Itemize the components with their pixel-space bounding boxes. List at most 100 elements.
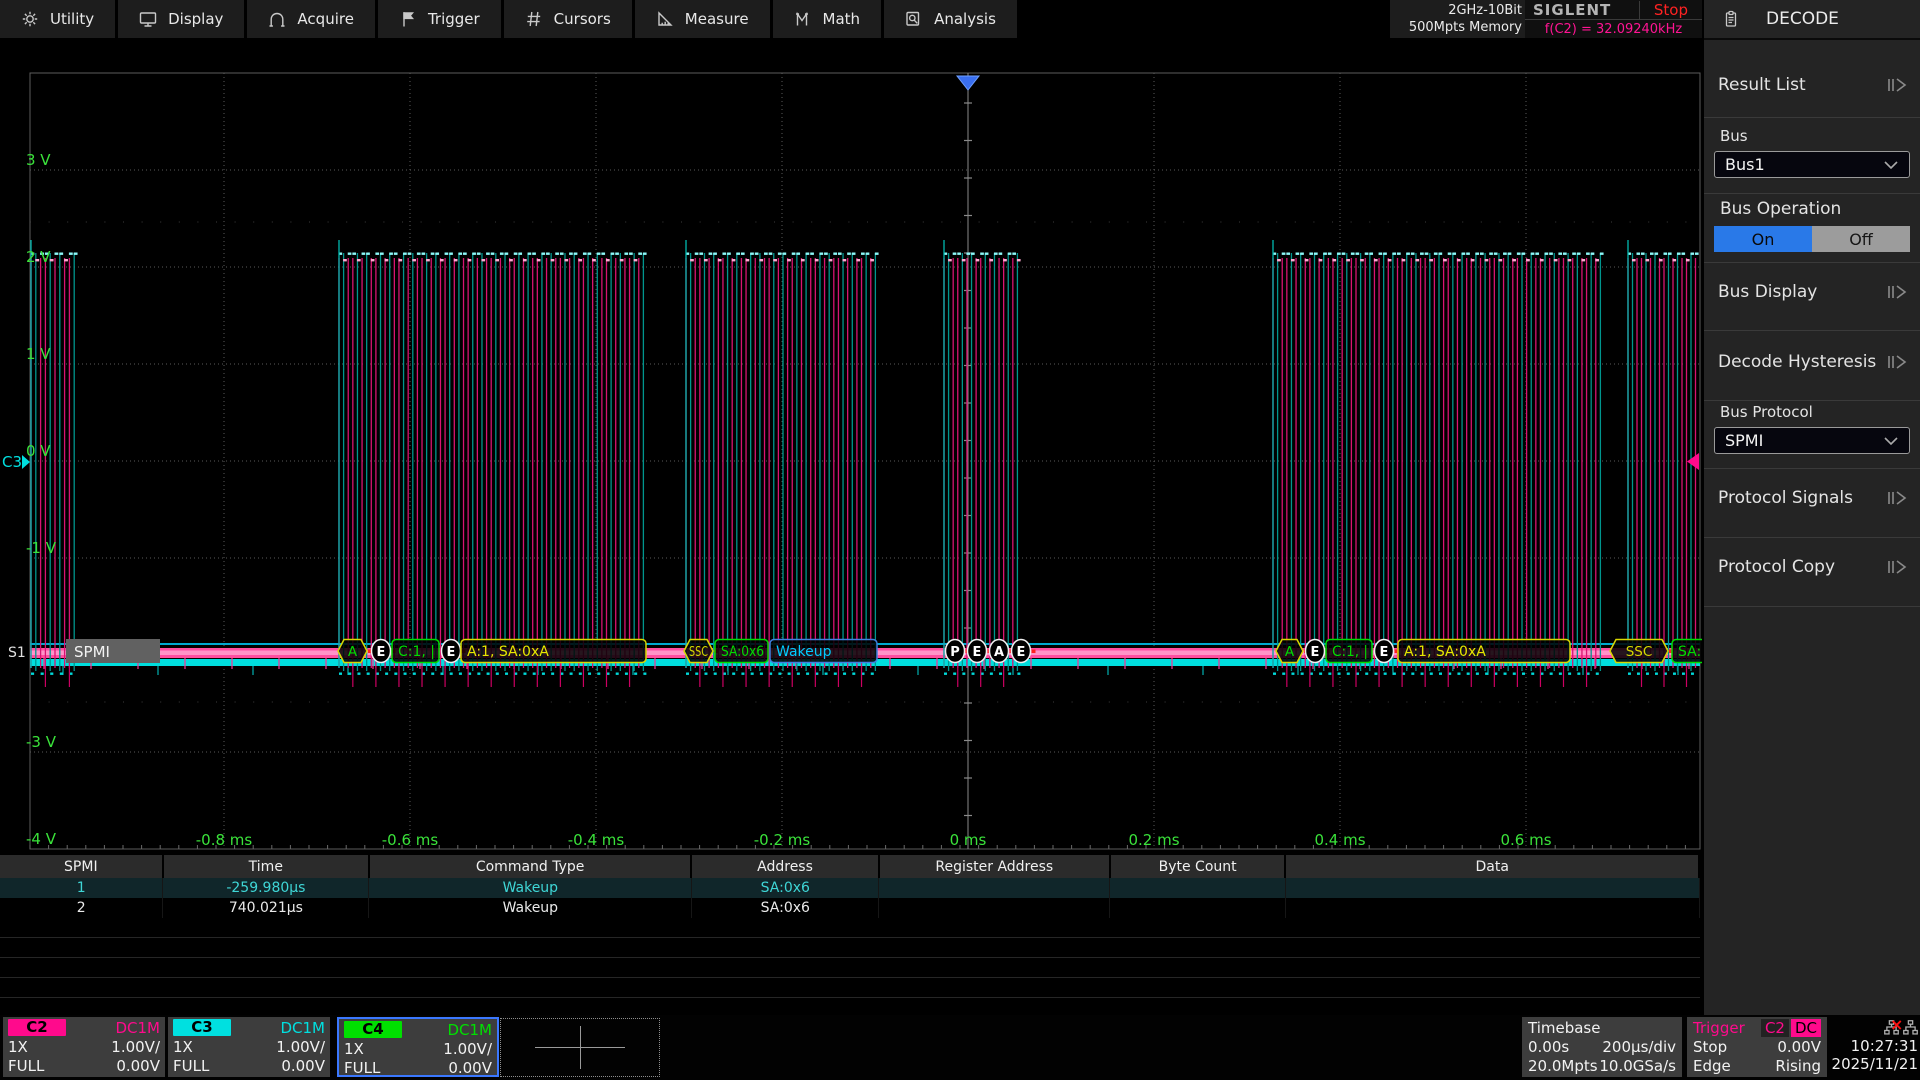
wave-text: -0.8 ms [196, 831, 253, 849]
c3-pulse-top [463, 253, 467, 255]
protocol-copy-button[interactable]: Protocol Copy [1718, 550, 1910, 584]
c2-pulse-top [815, 259, 819, 261]
c3-pulse-top [1531, 253, 1535, 255]
c3-pulse-top [847, 253, 851, 255]
c2-pulse-top [1291, 259, 1295, 261]
c3-pulse-top [764, 253, 768, 255]
protocol-signals-button[interactable]: Protocol Signals [1718, 481, 1910, 515]
timebase-box[interactable]: Timebase 0.00s 200µs/div 20.0Mpts 10.0GS… [1522, 1017, 1682, 1077]
c3-pulse-low [1628, 673, 1631, 675]
add-channel-box[interactable] [500, 1018, 660, 1077]
c2-pulse-top [1429, 259, 1433, 261]
c3-pulse-low [339, 673, 342, 675]
channel-probe: 1X [173, 1038, 193, 1056]
channel-box-c3[interactable]: C3DC1M1X1.00V/FULL0.00V [168, 1017, 330, 1077]
run-state-indicator[interactable]: Stop [1639, 1, 1702, 19]
c3-pulse-low [643, 673, 646, 675]
menu-item-measure[interactable]: Measure [635, 0, 773, 38]
table-row-empty [0, 958, 1700, 978]
table-row[interactable]: 2740.021µsWakeupSA:0x6 [0, 898, 1700, 918]
c3-pulse-low [778, 673, 781, 675]
c3-pulse-top [1664, 253, 1668, 255]
c3-pulse-low [1476, 673, 1479, 675]
table-cell [879, 878, 1110, 898]
c3-pulse-top [994, 253, 998, 255]
c3-pulse-low [1374, 673, 1377, 675]
channel-probe: 1X [8, 1038, 28, 1056]
c3-pulse-top [643, 253, 647, 255]
c3-pulse-top [722, 253, 726, 255]
menu-item-utility[interactable]: Utility [0, 0, 118, 38]
table-header-byte-count: Byte Count [1111, 855, 1287, 878]
c3-pulse-top [792, 253, 796, 255]
channel-box-c2[interactable]: C2DC1M1X1.00V/FULL0.00V [3, 1017, 165, 1077]
bus-protocol-select[interactable]: SPMI [1714, 427, 1910, 454]
waveform-display[interactable]: AEC:1, |EA:1, SA:0xASSCSA:0x6WakeupPEAEA… [0, 38, 1702, 855]
wave-text: A [1285, 644, 1295, 660]
c3-pulse-low [797, 673, 800, 675]
c3-pulse-low [1467, 673, 1470, 675]
c3-pulse-top [583, 253, 587, 255]
c3-pulse-top [1406, 253, 1410, 255]
menu-item-cursors[interactable]: Cursors [504, 0, 635, 38]
c3-pulse-top [1572, 253, 1576, 255]
c3-pulse-low [944, 673, 947, 675]
c3-pulse-low [1522, 673, 1525, 675]
c2-pulse-top [1646, 259, 1650, 261]
c3-pulse-top [366, 253, 370, 255]
c3-pulse-low [413, 673, 416, 675]
decode-sample-tick [1032, 650, 1036, 654]
c3-pulse-low [1008, 673, 1011, 675]
menu-item-display[interactable]: Display [118, 0, 247, 38]
c3-pulse-low [1577, 673, 1580, 675]
trigger-box[interactable]: Trigger C2DC Stop 0.00V Edge Rising [1687, 1017, 1827, 1077]
menu-item-acquire[interactable]: Acquire [247, 0, 378, 38]
menu-item-math[interactable]: Math [773, 0, 885, 38]
c3-pulse-top [1411, 253, 1415, 255]
table-row[interactable]: 1-259.980µsWakeupSA:0x6 [0, 878, 1700, 898]
c2-pulse-top [948, 259, 952, 261]
c3-pulse-low [440, 673, 443, 675]
c3-pulse-low [348, 673, 351, 675]
c3-pulse-low [760, 673, 763, 675]
channel-box-c4[interactable]: C4DC1M1X1.00V/FULL0.00V [337, 1017, 499, 1077]
bus-select[interactable]: Bus1 [1714, 151, 1910, 178]
c3-pulse-low [1301, 673, 1304, 675]
toggle-off[interactable]: Off [1812, 226, 1910, 252]
c3-pulse-top [638, 253, 642, 255]
menu-item-analysis[interactable]: Analysis [884, 0, 1020, 38]
c3-pulse-low [1439, 673, 1442, 675]
c3-pulse-low [1328, 673, 1331, 675]
c3-pulse-top [1337, 253, 1341, 255]
c2-pulse-top [537, 259, 541, 261]
c2-pulse-top [1540, 259, 1544, 261]
c3-pulse-low [1457, 673, 1460, 675]
bus-display-button[interactable]: Bus Display [1718, 275, 1910, 309]
c3-pulse-low [1273, 673, 1276, 675]
result-list-button[interactable]: Result List [1718, 68, 1910, 102]
c3-pulse-low [496, 673, 499, 675]
bus-operation-toggle[interactable]: On Off [1714, 226, 1910, 252]
wave-text: -0.6 ms [382, 831, 439, 849]
c3-pulse-low [404, 673, 407, 675]
c3-pulse-top [1691, 253, 1695, 255]
c2-pulse-top [371, 259, 375, 261]
c3-pulse-top [819, 253, 823, 255]
c3-pulse-top [445, 253, 449, 255]
decode-result-table[interactable]: SPMITimeCommand TypeAddressRegister Addr… [0, 855, 1700, 1013]
wave-text: SSC [1626, 644, 1653, 660]
acquisition-info: 2GHz-10Bit 500Mpts Memory [1390, 0, 1528, 38]
c3-pulse-top [546, 253, 550, 255]
c3-pulse-top [403, 253, 407, 255]
menu-item-trigger[interactable]: Trigger [378, 0, 504, 38]
c2-pulse-top [1332, 259, 1336, 261]
c3-pulse-top [1508, 253, 1512, 255]
toggle-on[interactable]: On [1714, 226, 1812, 252]
c3-pulse-top [491, 253, 495, 255]
c3-pulse-low [431, 673, 434, 675]
network-error-mark: × [1890, 1017, 1903, 1033]
c3-pulse-top [1522, 253, 1526, 255]
decode-hysteresis-button[interactable]: Decode Hysteresis [1718, 345, 1910, 379]
c3-pulse-top [518, 253, 522, 255]
c3-pulse-low [714, 673, 717, 675]
